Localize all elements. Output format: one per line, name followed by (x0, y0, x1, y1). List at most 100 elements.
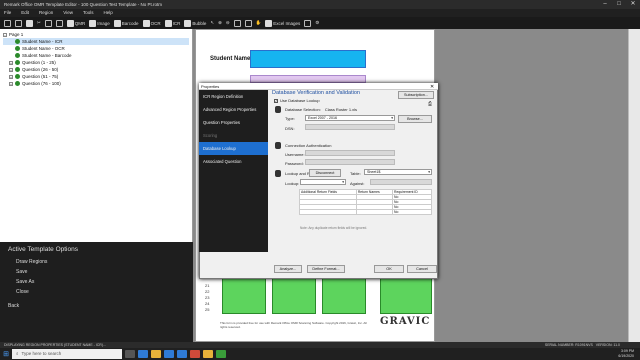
region-icon (15, 39, 20, 44)
icr-button[interactable]: ICR (164, 19, 180, 27)
dropdown-arrow-icon: ▾ (342, 180, 344, 184)
omr-bubble-grid[interactable] (322, 276, 366, 314)
paste-icon[interactable] (55, 19, 63, 27)
windows-start-icon[interactable]: ⊞ (0, 348, 12, 360)
expand-icon[interactable]: + (9, 81, 13, 86)
define-format-button[interactable]: Define Format... (307, 265, 345, 273)
qmr-button[interactable]: QMR (66, 19, 85, 27)
tree-item[interactable]: + Question (76 - 100) (3, 80, 189, 87)
save-link[interactable]: Save (0, 267, 193, 277)
tree-item[interactable]: + Question (26 - 50) (3, 66, 189, 73)
file-explorer-icon[interactable] (151, 350, 161, 358)
expand-icon[interactable]: + (9, 74, 13, 79)
store-icon[interactable] (164, 350, 174, 358)
db-selection-row: Database Selection: Class Roster 1.xls (285, 107, 358, 112)
remark-app-icon[interactable] (216, 350, 226, 358)
return-fields-table[interactable]: Additional Return Fields Return Names Re… (299, 189, 432, 215)
omr-bubble-grid[interactable] (272, 276, 316, 314)
grid-icon[interactable] (244, 19, 252, 27)
tree-root[interactable]: − Page 1 (3, 31, 189, 38)
menu-file[interactable]: File (4, 9, 11, 17)
type-select[interactable]: Excel 2007 - 2016 ▾ (305, 115, 395, 121)
menu-edit[interactable]: Edit (21, 9, 29, 17)
against-label: Against: (350, 181, 365, 186)
tree-item[interactable]: Student Name - Barcode (3, 52, 189, 59)
pan-icon[interactable]: ✋ (256, 20, 262, 26)
tree-item[interactable]: Student Name - OCR (3, 45, 189, 52)
app-icon[interactable] (190, 350, 200, 358)
ok-button[interactable]: OK (374, 265, 404, 273)
against-select (370, 179, 432, 185)
zoom-out-icon[interactable]: ⊖ (226, 20, 230, 26)
use-lookup-row[interactable]: ✓ Use Database Lookup (274, 98, 320, 103)
browse-button[interactable]: Browse... (398, 115, 432, 123)
image-button[interactable]: Image (89, 19, 110, 27)
tree-item[interactable]: + Question (1 - 25) (3, 59, 189, 66)
edge-icon[interactable] (138, 350, 148, 358)
back-link[interactable]: Back (0, 301, 193, 311)
analyze-button[interactable]: Analyze... (274, 265, 302, 273)
bubble-button[interactable]: Bubble (184, 19, 206, 27)
menu-view[interactable]: View (63, 9, 73, 17)
help-icon[interactable]: ⎙ (428, 101, 432, 107)
minimize-icon[interactable]: – (598, 0, 612, 9)
nav-database-lookup[interactable]: Database Lookup (199, 142, 268, 155)
excel-images-button[interactable]: Excel Images (265, 19, 300, 27)
expand-icon[interactable]: + (9, 67, 13, 72)
open-icon[interactable] (15, 19, 22, 27)
tree-item[interactable]: + Question (51 - 75) (3, 73, 189, 80)
select-icon[interactable]: ↖ (210, 20, 214, 26)
ocr-region[interactable] (250, 75, 366, 83)
close-link[interactable]: Close (0, 287, 193, 297)
nav-question-properties[interactable]: Question Properties (199, 116, 268, 129)
cut-icon[interactable]: ✂ (37, 20, 41, 26)
dialog-close-icon[interactable]: ✕ (430, 84, 434, 90)
close-icon[interactable]: ✕ (626, 0, 640, 9)
region-icon (15, 74, 20, 79)
use-lookup-checkbox[interactable]: ✓ (274, 98, 278, 103)
ocr-button[interactable]: OCR (142, 19, 161, 27)
barcode-button[interactable]: Barcode (113, 19, 139, 27)
omr-bubble-grid[interactable] (380, 276, 432, 314)
system-clock[interactable]: 3:09 PM 6/19/2020 (618, 349, 634, 359)
nav-icr-region-definition[interactable]: ICR Region Definition (199, 90, 268, 103)
print-icon[interactable] (304, 19, 312, 27)
region-icon (15, 53, 20, 58)
disconnect-button[interactable]: Disconnect (309, 169, 341, 177)
zoom-in-icon[interactable]: ⊕ (218, 20, 222, 26)
nav-associated-question[interactable]: Associated Question (199, 155, 268, 168)
vertical-scrollbar[interactable] (628, 29, 640, 342)
lookup-select[interactable]: ▾ (300, 179, 346, 185)
template-options-panel: Active Template Options Draw Regions Sav… (0, 242, 193, 342)
table-select[interactable]: Sheet1$ ▾ (364, 169, 432, 175)
save-as-link[interactable]: Save As (0, 277, 193, 287)
menu-tools[interactable]: Tools (83, 9, 94, 17)
cancel-button[interactable]: Cancel (407, 265, 437, 273)
save-icon[interactable] (26, 19, 33, 27)
subscription-button[interactable]: Subscription... (398, 91, 434, 99)
collapse-icon[interactable]: − (3, 32, 7, 37)
fit-icon[interactable] (233, 19, 241, 27)
options-heading: Active Template Options (8, 246, 78, 253)
menu-region[interactable]: Region (39, 9, 53, 17)
expand-icon[interactable]: + (9, 60, 13, 65)
app-icon[interactable] (203, 350, 213, 358)
table-row[interactable]: No (299, 209, 432, 215)
window-title: Remark Office OMR Template Editor - 100 … (4, 2, 162, 7)
menu-help[interactable]: Help (104, 9, 113, 17)
connection-icon (275, 142, 281, 149)
settings-gear-icon[interactable]: ⚙ (315, 20, 319, 26)
maximize-icon[interactable]: □ (612, 0, 626, 9)
icr-region-selected[interactable] (250, 50, 366, 68)
omr-bubble-grid[interactable] (222, 276, 266, 314)
question-numbers: 21 22 23 24 25 (205, 283, 210, 312)
task-view-icon[interactable] (125, 350, 135, 358)
new-icon[interactable] (4, 19, 11, 27)
copy-icon[interactable] (44, 19, 52, 27)
tree-item[interactable]: Student Name - ICR (3, 38, 189, 45)
nav-advanced-region-properties[interactable]: Advanced Region Properties (199, 103, 268, 116)
taskbar-search[interactable]: ⌕ Type here to search (12, 349, 122, 359)
draw-regions-link[interactable]: Draw Regions (0, 257, 193, 267)
toolbar: ✂ QMR Image Barcode OCR ICR Bubble ↖ ⊕ ⊖… (0, 17, 640, 29)
mail-icon[interactable] (177, 350, 187, 358)
